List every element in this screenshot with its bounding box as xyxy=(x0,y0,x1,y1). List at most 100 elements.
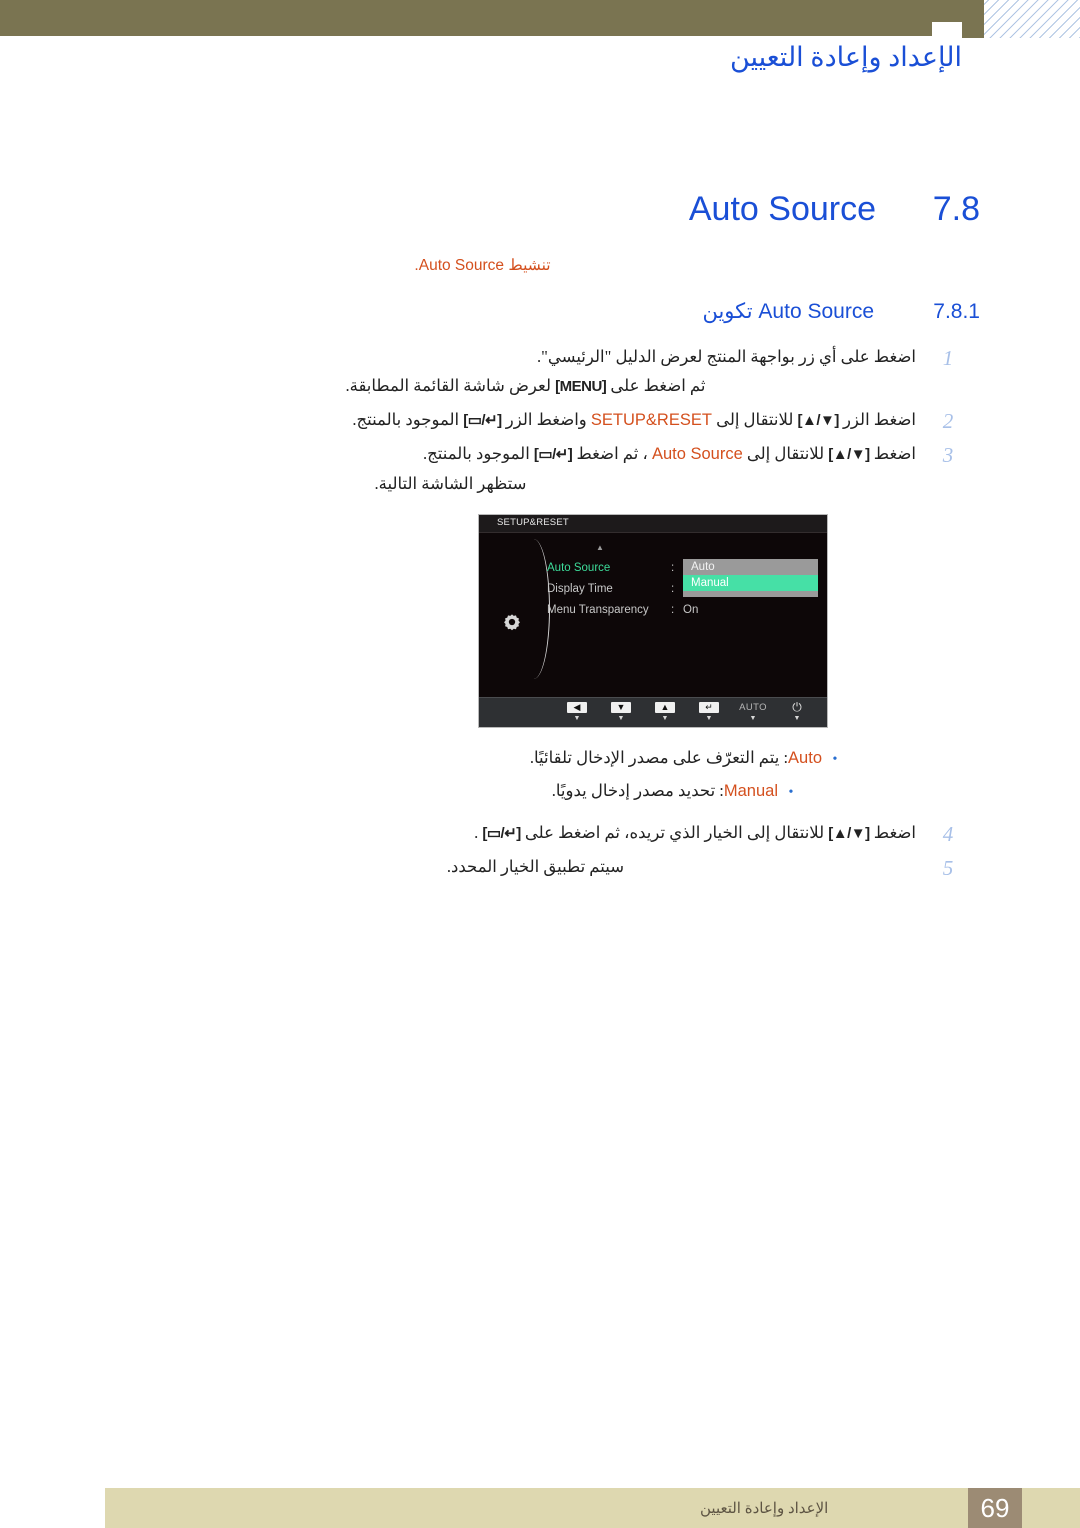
osd-row-colon: : xyxy=(671,561,675,574)
arrow-up-icon: ▲ xyxy=(655,702,675,713)
arrow-down-icon: ▼ xyxy=(611,702,631,713)
osd-screenshot-wrap: SETUP&RESET ▲ Auto Source : Display Time… xyxy=(105,514,980,728)
enter-key: [▭/↵] xyxy=(533,446,573,463)
osd-button-tick: ▼ xyxy=(617,715,625,722)
step2-d: الموجود بالمنتج. xyxy=(352,410,460,429)
osd-button-bar: ◀ ▼ ▼ ▼ ▲ ▼ ↵ ▼ AUTO ▼ ⏻ ▼ xyxy=(479,697,827,727)
osd-button-up[interactable]: ▲ ▼ xyxy=(643,702,687,723)
bullet-text-auto: Auto: يتم التعرّف على مصدر الإدخال تلقائ… xyxy=(530,742,822,774)
section-number: 7.8 xyxy=(932,190,980,228)
step-item: 1 اضغط على أي زر بواجهة المنتج لعرض الدل… xyxy=(105,342,980,401)
osd-screenshot: SETUP&RESET ▲ Auto Source : Display Time… xyxy=(478,514,828,728)
subsection-title-en: Auto Source xyxy=(758,300,874,323)
step3-b: للانتقال إلى xyxy=(746,444,825,463)
subsection-title: Auto Source تكوين xyxy=(702,299,874,324)
bullet-term-auto: Auto xyxy=(788,749,822,767)
step1-line1: اضغط على أي زر بواجهة المنتج لعرض الدليل… xyxy=(537,347,916,366)
subsection-number: 7.8.1 xyxy=(933,300,980,323)
auto-label-icon: AUTO xyxy=(739,702,767,713)
step-item: 4 اضغط [▲/▼] للانتقال إلى الخيار الذي تر… xyxy=(105,818,980,848)
osd-scroll-up-icon: ▲ xyxy=(596,543,604,552)
osd-options-list: Auto Manual xyxy=(683,559,818,597)
step-number: 4 xyxy=(942,822,954,846)
osd-options-padding xyxy=(683,591,818,597)
osd-button-tick: ▼ xyxy=(661,715,669,722)
section-heading: 7.8 Auto Source xyxy=(105,190,980,229)
step-text: اضغط [▲/▼] للانتقال إلى الخيار الذي تريد… xyxy=(105,818,916,848)
updown-key: [▲/▼] xyxy=(797,412,839,429)
step4-d: . xyxy=(474,823,479,842)
osd-button-left[interactable]: ◀ ▼ xyxy=(555,702,599,723)
step4-a: اضغط xyxy=(873,823,916,842)
step-text: سيتم تطبيق الخيار المحدد. xyxy=(105,852,916,881)
header-hatch-pattern xyxy=(984,0,1080,38)
step2-b: للانتقال إلى xyxy=(716,410,794,429)
footer-chapter-label: الإعداد وإعادة التعيين xyxy=(700,1500,829,1517)
bullet-desc-auto: : يتم التعرّف على مصدر الإدخال تلقائيًا. xyxy=(529,748,789,767)
updown-key: [▲/▼] xyxy=(828,825,870,842)
step1-line2: ثم اضغط على [MENU] لعرض شاشة القائمة الم… xyxy=(105,371,916,401)
step5-line1: سيتم تطبيق الخيار المحدد. xyxy=(446,857,625,876)
step-item: 5 سيتم تطبيق الخيار المحدد. xyxy=(105,852,980,882)
page-number: 69 xyxy=(968,1488,1022,1528)
osd-title: SETUP&RESET xyxy=(497,517,569,528)
bullet-dot-icon: • xyxy=(788,785,794,800)
step3-c: ، ثم اضغط xyxy=(576,444,648,463)
step2-c: واضغط الزر xyxy=(505,410,587,429)
subsection-title-ar: تكوين xyxy=(702,300,753,323)
header-band xyxy=(0,0,932,36)
bullet-item-auto: • Auto: يتم التعرّف على مصدر الإدخال تلق… xyxy=(105,742,848,775)
section-note: تنشيط Auto Source. xyxy=(414,257,551,274)
step-number: 2 xyxy=(942,409,954,433)
chapter-title: الإعداد وإعادة التعيين xyxy=(729,42,962,72)
step1-line2-a: ثم اضغط على xyxy=(610,376,706,395)
gear-icon xyxy=(503,613,521,631)
header-band-tab xyxy=(962,22,984,38)
osd-button-enter[interactable]: ↵ ▼ xyxy=(687,702,731,723)
osd-button-tick: ▼ xyxy=(749,715,757,722)
bullet-text-manual: Manual: تحديد مصدر إدخال يدويًا. xyxy=(552,775,778,807)
osd-row-colon: : xyxy=(671,582,675,595)
osd-option-auto[interactable]: Auto xyxy=(683,559,818,575)
osd-option-manual[interactable]: Manual xyxy=(683,575,818,591)
step-number: 5 xyxy=(942,856,954,880)
step-text: اضغط [▲/▼] للانتقال إلى Auto Source ، ثم… xyxy=(105,439,916,498)
osd-button-auto[interactable]: AUTO ▼ xyxy=(731,702,775,723)
step-text: اضغط على أي زر بواجهة المنتج لعرض الدليل… xyxy=(105,342,916,401)
osd-button-power[interactable]: ⏻ ▼ xyxy=(775,700,819,723)
section-title: Auto Source xyxy=(688,190,876,228)
auto-source-label: Auto Source xyxy=(651,445,743,463)
step-text: اضغط الزر [▲/▼] للانتقال إلى SETUP&RESET… xyxy=(105,405,916,435)
osd-row-value-menu-transparency: On xyxy=(683,603,699,616)
header-band-notch xyxy=(932,0,984,22)
bullet-item-manual: • Manual: تحديد مصدر إدخال يدويًا. xyxy=(105,775,848,808)
step2-a: اضغط الزر xyxy=(842,410,916,429)
updown-key: [▲/▼] xyxy=(828,446,870,463)
setup-reset-label: SETUP&RESET xyxy=(590,411,712,429)
bullet-dot-icon: • xyxy=(832,752,838,767)
step-item: 3 اضغط [▲/▼] للانتقال إلى Auto Source ، … xyxy=(105,439,980,498)
osd-button-down[interactable]: ▼ ▼ xyxy=(599,702,643,723)
arrow-left-icon: ◀ xyxy=(567,702,587,713)
step-item: 2 اضغط الزر [▲/▼] للانتقال إلى SETUP&RES… xyxy=(105,405,980,435)
subsection-heading: 7.8.1 Auto Source تكوين xyxy=(105,299,980,324)
osd-decorative-arc xyxy=(523,539,550,679)
power-icon: ⏻ xyxy=(792,700,802,714)
step4-b: للانتقال إلى الخيار الذي تريده، ثم اضغط … xyxy=(524,823,825,842)
bullet-desc-manual: : تحديد مصدر إدخال يدويًا. xyxy=(551,781,724,800)
step3-line2: ستظهر الشاشة التالية. xyxy=(374,474,527,493)
step1-line2-b: لعرض شاشة القائمة المطابقة. xyxy=(345,376,551,395)
page-content: 7.8 Auto Source تنشيط Auto Source. 7.8.1… xyxy=(105,190,980,886)
menu-key: [MENU] xyxy=(555,378,607,395)
step3-d: الموجود بالمنتج. xyxy=(422,444,530,463)
bullet-term-manual: Manual xyxy=(723,782,778,800)
osd-row-label-menu-transparency: Menu Transparency xyxy=(547,603,649,616)
step-number: 3 xyxy=(942,443,954,467)
osd-row[interactable]: Menu Transparency : On xyxy=(547,599,827,620)
step-number: 1 xyxy=(942,346,954,370)
steps-list: 1 اضغط على أي زر بواجهة المنتج لعرض الدل… xyxy=(105,342,980,882)
osd-row-label-auto-source: Auto Source xyxy=(547,561,611,574)
osd-row-label-display-time: Display Time xyxy=(547,582,613,595)
enter-key: [▭/↵] xyxy=(463,412,502,429)
osd-button-tick: ▼ xyxy=(573,715,581,722)
